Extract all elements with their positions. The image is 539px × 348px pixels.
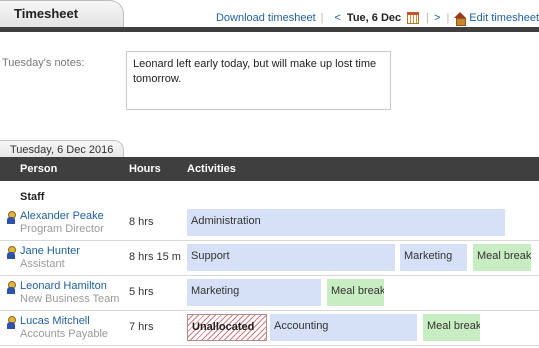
table-row: Leonard Hamilton New Business Team 5 hrs… <box>0 276 539 311</box>
header-bar <box>0 27 539 32</box>
person-name[interactable]: Leonard Hamilton <box>20 280 107 292</box>
notes-label: Tuesday's notes: <box>2 57 85 69</box>
hours-value: 8 hrs <box>129 216 154 228</box>
table-header: Person Hours Activities <box>0 157 539 181</box>
hours-value: 5 hrs <box>129 286 154 298</box>
notes-text: Leonard left early today, but will make … <box>126 51 391 110</box>
activity-block[interactable]: Marketing <box>400 244 467 271</box>
person-icon <box>7 211 16 224</box>
prev-day-button[interactable]: < <box>334 12 340 24</box>
current-date: Tue, 6 Dec <box>346 12 402 24</box>
table-row: Lucas Mitchell Accounts Payable 7 hrs Un… <box>0 311 539 346</box>
day-tab-label: Tuesday, 6 Dec 2016 <box>10 144 114 156</box>
activity-block[interactable]: Accounting <box>270 314 417 341</box>
person-role: Program Director <box>20 223 104 235</box>
section-label: Staff <box>20 191 45 203</box>
timesheet-header: Timesheet Download timesheet | < Tue, 6 … <box>0 0 539 32</box>
calendar-icon[interactable] <box>407 12 420 24</box>
activity-block[interactable]: Administration <box>187 209 505 236</box>
table-row: Alexander Peake Program Director 8 hrs A… <box>0 206 539 241</box>
person-name[interactable]: Lucas Mitchell <box>20 315 90 327</box>
column-header-activities: Activities <box>187 163 236 175</box>
edit-timesheet-link[interactable]: Edit timesheet <box>469 12 539 24</box>
nav-separator: | <box>426 12 429 24</box>
page-title: Timesheet <box>14 6 79 21</box>
person-icon <box>7 246 16 259</box>
column-header-person: Person <box>20 163 58 175</box>
nav-separator: | <box>320 12 324 24</box>
person-role: New Business Team <box>20 293 120 305</box>
activity-block[interactable]: Marketing <box>187 279 321 306</box>
person-role: Assistant <box>20 258 65 270</box>
activity-block[interactable]: Support <box>187 244 395 271</box>
download-timesheet-link[interactable]: Download timesheet <box>216 12 316 24</box>
next-day-button[interactable]: > <box>434 12 440 24</box>
hours-value: 8 hrs 15 m <box>129 251 181 263</box>
activity-block[interactable]: Meal break <box>423 314 480 341</box>
table-row: Jane Hunter Assistant 8 hrs 15 m Support… <box>0 241 539 276</box>
person-name[interactable]: Jane Hunter <box>20 245 80 257</box>
person-icon <box>7 281 16 294</box>
hours-value: 7 hrs <box>129 321 154 333</box>
column-header-hours: Hours <box>129 163 161 175</box>
person-icon <box>7 316 16 329</box>
nav-separator: | <box>446 12 450 24</box>
person-name[interactable]: Alexander Peake <box>20 210 104 222</box>
person-role: Accounts Payable <box>20 328 109 340</box>
activity-block[interactable]: Meal break <box>327 279 384 306</box>
activity-block-unallocated[interactable]: Unallocated <box>187 314 267 341</box>
date-nav: Download timesheet | < Tue, 6 Dec | > | … <box>216 10 539 26</box>
timesheet-tab: Timesheet <box>0 0 124 28</box>
home-icon <box>454 12 467 26</box>
activity-block[interactable]: Meal break <box>473 244 531 271</box>
